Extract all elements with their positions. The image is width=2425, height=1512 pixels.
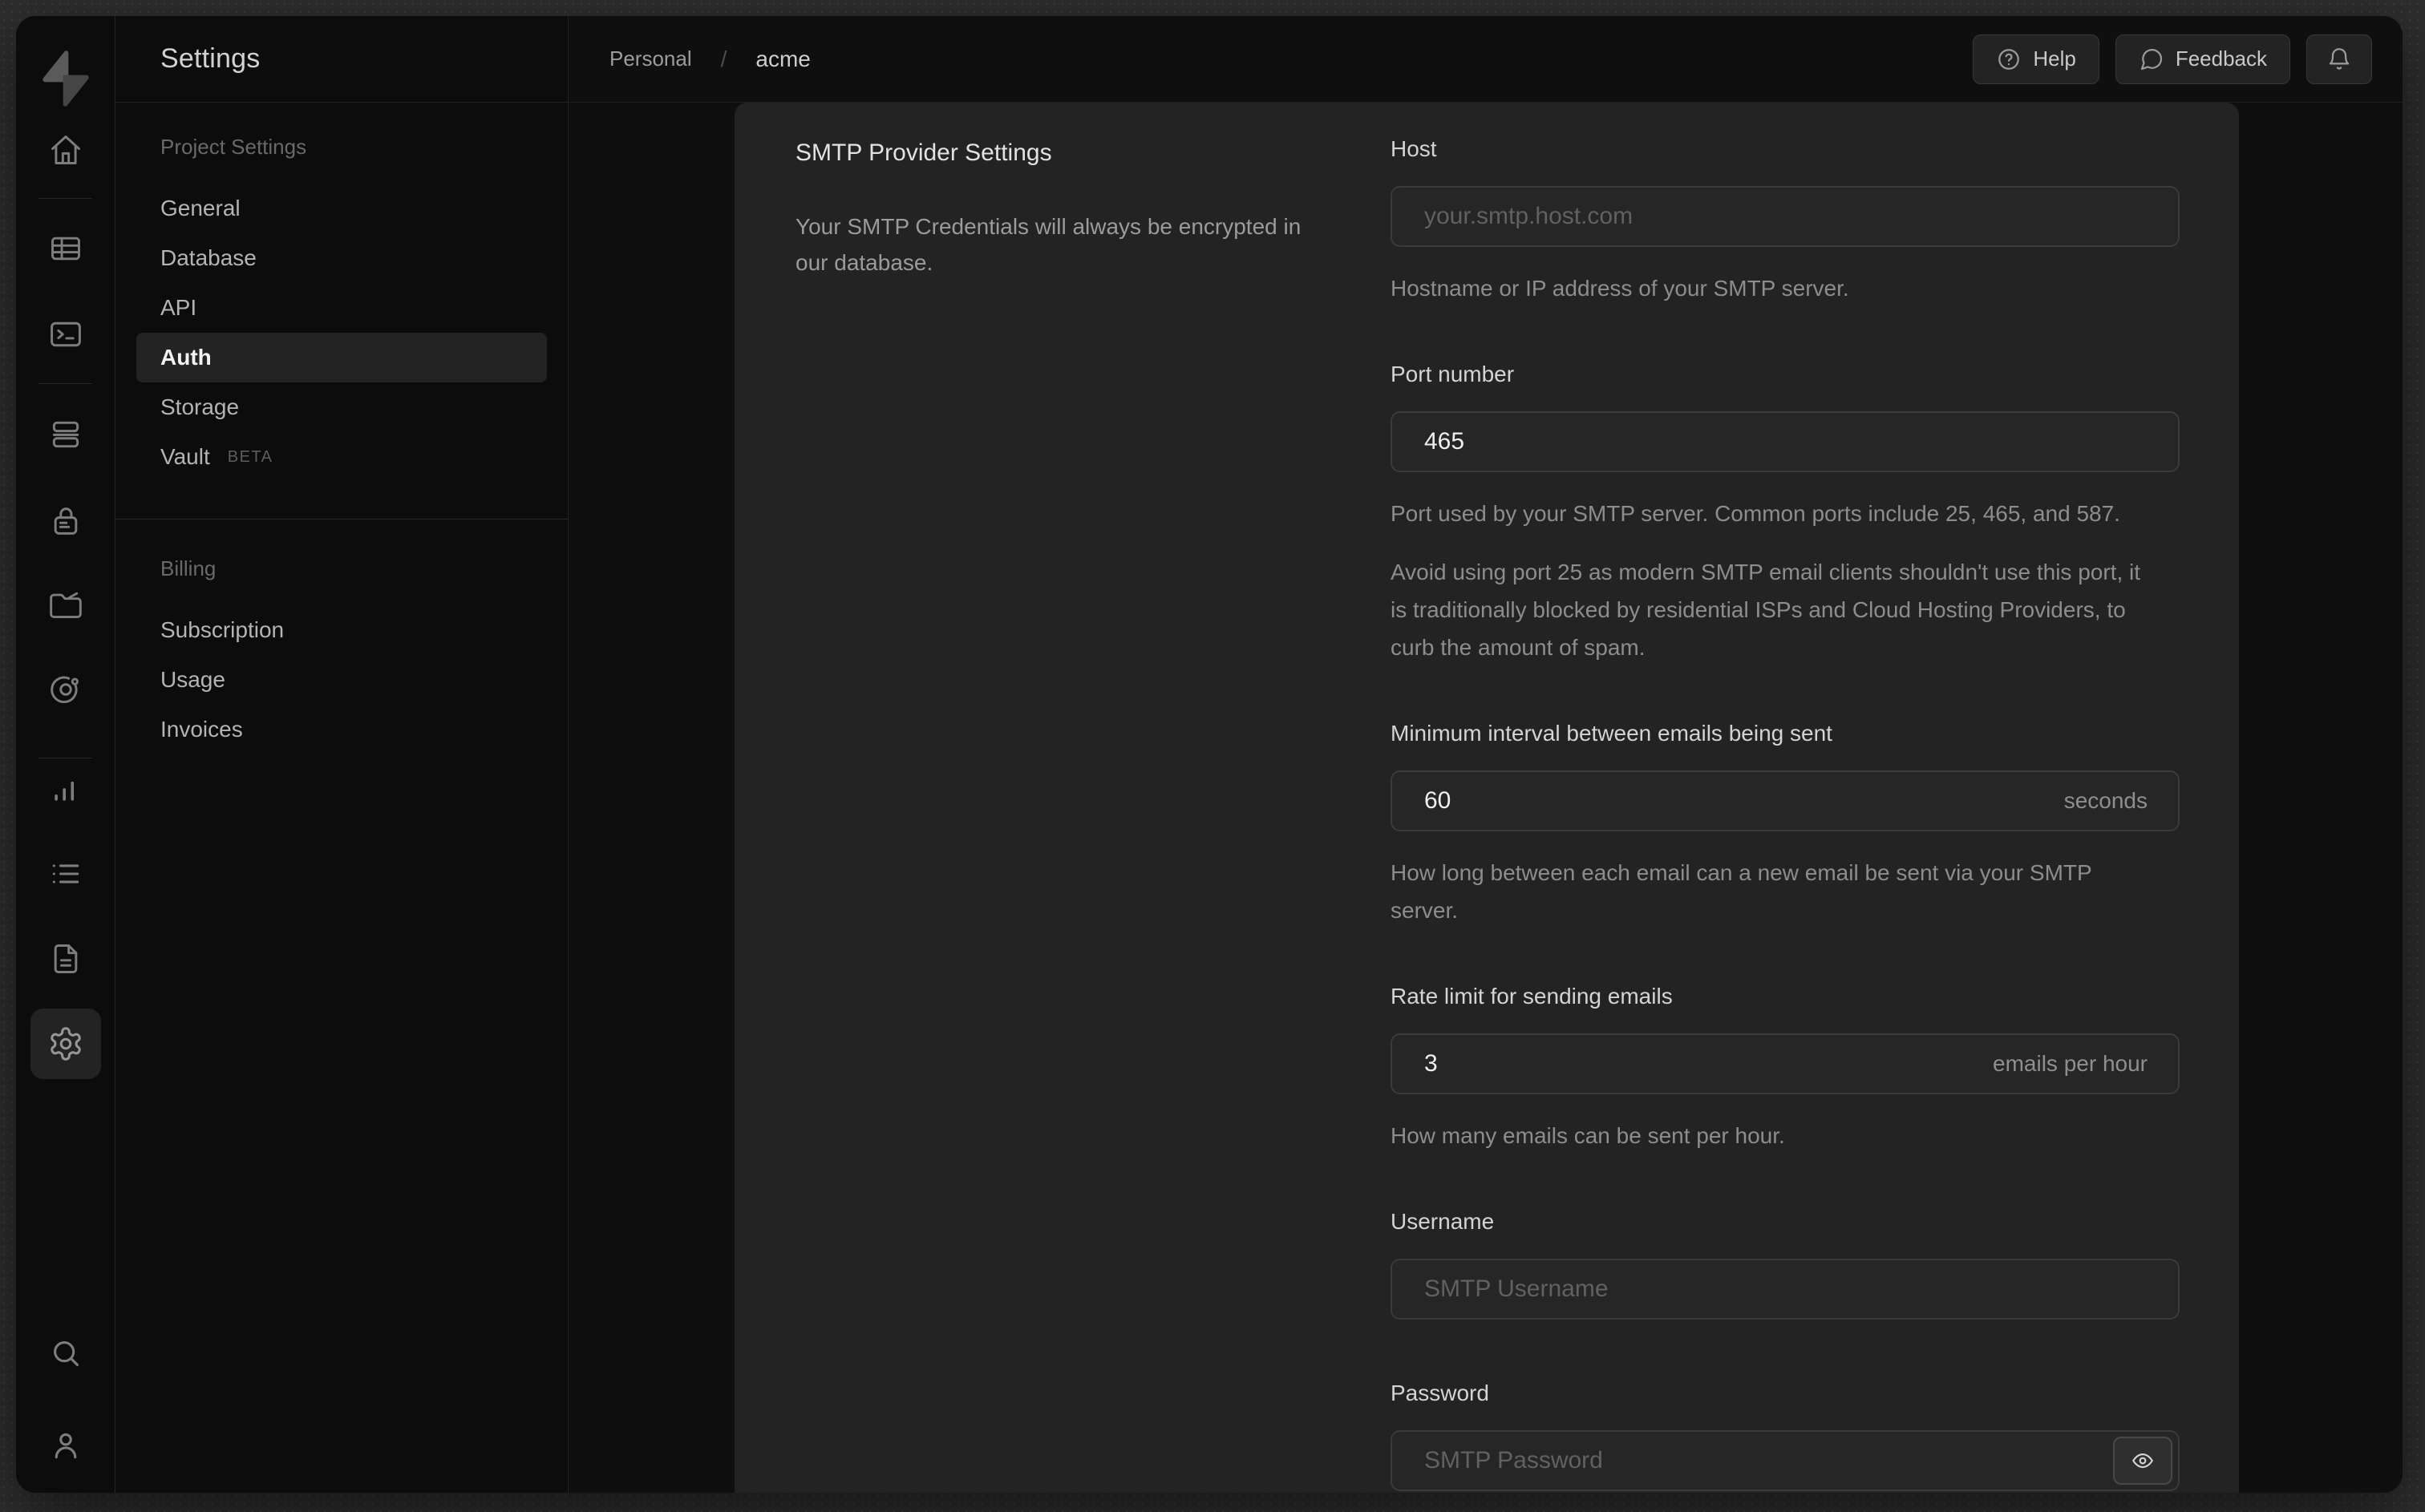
- port-label: Port number: [1391, 362, 1515, 386]
- nav-heading-project-settings: Project Settings: [160, 135, 307, 159]
- table-editor-icon: [48, 231, 83, 266]
- auth-lock-icon: [48, 503, 83, 539]
- logs-list-icon: [48, 856, 83, 891]
- sidebar-item-auth[interactable]: [16, 503, 115, 539]
- icon-rail: [16, 16, 115, 1493]
- header-actions: Help Feedback: [1973, 34, 2372, 84]
- nav-item-vault[interactable]: Vault BETA: [115, 432, 568, 482]
- sidebar-item-account[interactable]: [16, 1428, 115, 1463]
- reveal-password-button[interactable]: [2113, 1437, 2172, 1485]
- password-field-group: Password: [1391, 1381, 2180, 1491]
- host-label: Host: [1391, 136, 1437, 161]
- username-field-group: Username: [1391, 1209, 2180, 1320]
- settings-nav-panel: Settings Project Settings General Databa…: [115, 16, 569, 1493]
- nav-header: Settings: [115, 16, 568, 103]
- breadcrumb: Personal / acme: [609, 46, 811, 72]
- sql-editor-icon: [48, 317, 83, 352]
- sidebar-item-database[interactable]: [16, 417, 115, 452]
- rate-limit-help: How many emails can be sent per hour.: [1391, 1123, 1785, 1148]
- nav-body: Project Settings General Database API Au…: [115, 103, 568, 754]
- smtp-form: Host Hostname or IP address of your SMTP…: [1391, 136, 2180, 1493]
- breadcrumb-org[interactable]: Personal: [609, 46, 692, 71]
- eye-icon: [2131, 1449, 2155, 1473]
- password-input-wrap: [1391, 1430, 2180, 1491]
- rate-limit-input-wrap: emails per hour: [1391, 1033, 2180, 1094]
- breadcrumb-separator: /: [720, 46, 727, 71]
- sidebar-item-home[interactable]: [16, 132, 115, 168]
- reports-chart-icon: [48, 772, 83, 807]
- nav-item-storage[interactable]: Storage: [115, 382, 568, 432]
- port-help: Port used by your SMTP server. Common po…: [1391, 501, 2120, 526]
- interval-field-group: Minimum interval between emails being se…: [1391, 721, 2180, 929]
- port-input[interactable]: [1391, 411, 2180, 472]
- nav-item-auth[interactable]: Auth: [136, 333, 547, 382]
- rate-limit-field-group: Rate limit for sending emails emails per…: [1391, 984, 2180, 1154]
- breadcrumb-project[interactable]: acme: [755, 46, 810, 72]
- database-icon: [48, 417, 83, 452]
- username-label: Username: [1391, 1209, 1495, 1234]
- sidebar-item-sql-editor[interactable]: [16, 317, 115, 352]
- nav-item-invoices[interactable]: Invoices: [115, 705, 568, 754]
- sidebar-item-table-editor[interactable]: [16, 231, 115, 266]
- settings-gear-icon: [47, 1025, 84, 1062]
- interval-help: How long between each email can a new em…: [1391, 860, 2092, 923]
- search-icon: [48, 1336, 83, 1371]
- rate-limit-input[interactable]: [1391, 1033, 2180, 1094]
- user-icon: [48, 1428, 83, 1463]
- beta-badge: BETA: [227, 447, 273, 466]
- chat-bubble-icon: [2139, 46, 2164, 72]
- main-area: Personal / acme Help Feedback SMTP Provi…: [569, 16, 2403, 1493]
- sidebar-item-realtime[interactable]: [16, 672, 115, 707]
- interval-input-wrap: seconds: [1391, 770, 2180, 831]
- port-note: Avoid using port 25 as modern SMTP email…: [1391, 560, 2141, 660]
- nav-section-billing: Billing Subscription Usage Invoices: [115, 519, 568, 754]
- nav-item-api[interactable]: API: [115, 283, 568, 333]
- help-circle-icon: [1996, 46, 2022, 72]
- section-title: SMTP Provider Settings: [796, 139, 1052, 166]
- password-input[interactable]: [1391, 1430, 2180, 1491]
- nav-item-general[interactable]: General: [115, 184, 568, 233]
- section-intro: SMTP Provider Settings Your SMTP Credent…: [796, 139, 1325, 281]
- section-description: Your SMTP Credentials will always be enc…: [796, 214, 1302, 275]
- sidebar-item-reports[interactable]: [16, 772, 115, 807]
- port-field-group: Port number Port used by your SMTP serve…: [1391, 362, 2180, 666]
- smtp-settings-card: SMTP Provider Settings Your SMTP Credent…: [735, 103, 2239, 1493]
- host-help: Hostname or IP address of your SMTP serv…: [1391, 276, 1849, 301]
- feedback-button[interactable]: Feedback: [2115, 34, 2290, 84]
- username-input[interactable]: [1391, 1259, 2180, 1320]
- sidebar-item-api-docs[interactable]: [16, 941, 115, 976]
- sidebar-item-logs[interactable]: [16, 856, 115, 891]
- host-input[interactable]: [1391, 186, 2180, 247]
- home-icon: [48, 132, 83, 168]
- host-field-group: Host Hostname or IP address of your SMTP…: [1391, 136, 2180, 307]
- interval-input[interactable]: [1391, 770, 2180, 831]
- port-input-wrap: [1391, 411, 2180, 472]
- bell-icon: [2326, 46, 2352, 72]
- rail-divider: [38, 383, 92, 384]
- host-input-wrap: [1391, 186, 2180, 247]
- storage-icon: [48, 587, 83, 622]
- main-header: Personal / acme Help Feedback: [569, 16, 2403, 103]
- nav-heading-billing: Billing: [160, 556, 217, 580]
- username-input-wrap: [1391, 1259, 2180, 1320]
- realtime-orbit-icon: [48, 672, 83, 707]
- api-docs-file-icon: [48, 941, 83, 976]
- nav-item-usage[interactable]: Usage: [115, 655, 568, 705]
- interval-label: Minimum interval between emails being se…: [1391, 721, 1832, 746]
- nav-item-subscription[interactable]: Subscription: [115, 605, 568, 655]
- rate-limit-label: Rate limit for sending emails: [1391, 984, 1673, 1009]
- notifications-button[interactable]: [2306, 34, 2372, 84]
- app-window: Settings Project Settings General Databa…: [16, 16, 2403, 1493]
- help-button[interactable]: Help: [1973, 34, 2099, 84]
- rail-divider: [38, 198, 92, 199]
- password-label: Password: [1391, 1381, 1489, 1405]
- sidebar-item-storage[interactable]: [16, 587, 115, 622]
- page-title: Settings: [160, 43, 261, 74]
- supabase-logo[interactable]: [16, 46, 115, 111]
- sidebar-item-settings[interactable]: [30, 1009, 101, 1079]
- sidebar-item-search[interactable]: [16, 1336, 115, 1371]
- supabase-bolt-icon: [34, 46, 98, 111]
- nav-item-database[interactable]: Database: [115, 233, 568, 283]
